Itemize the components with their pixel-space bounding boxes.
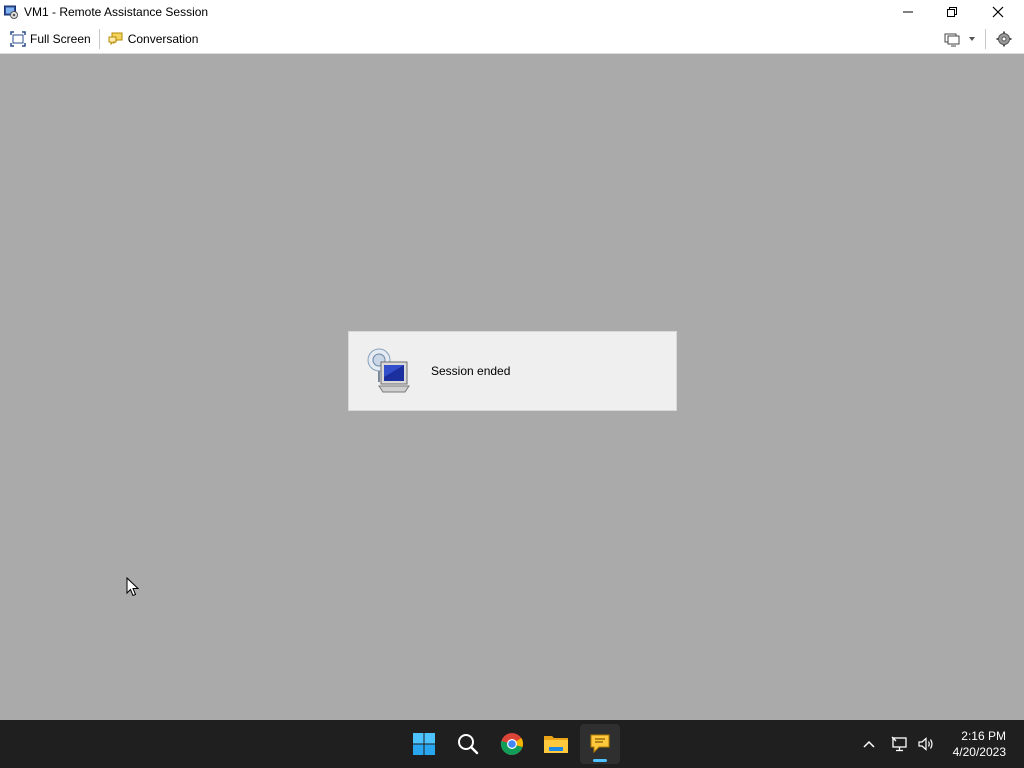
display-icon [944,33,960,47]
volume-button[interactable] [914,720,938,768]
conversation-button[interactable]: Conversation [104,27,203,51]
search-icon [458,734,479,755]
file-explorer-button[interactable] [536,724,576,764]
display-options-button[interactable] [939,31,981,47]
search-button[interactable] [448,724,488,764]
chrome-icon [500,733,524,755]
restore-button[interactable] [930,0,974,24]
network-icon [891,736,907,752]
mouse-pointer-icon [126,576,140,602]
window-title: VM1 - Remote Assistance Session [24,5,209,19]
minimize-icon [903,11,913,13]
full-screen-label: Full Screen [30,31,91,46]
minimize-button[interactable] [886,0,930,24]
session-status-message: Session ended [431,364,511,378]
session-ended-dialog: Session ended [348,331,677,411]
volume-icon [918,737,933,751]
full-screen-button[interactable]: Full Screen [6,27,95,51]
remote-assistance-computer-icon [365,346,413,396]
toolbar-right [939,24,1024,54]
conversation-label: Conversation [127,31,199,46]
close-icon [992,6,1004,18]
title-bar: VM1 - Remote Assistance Session [0,0,1024,24]
full-screen-icon [10,30,26,47]
close-button[interactable] [976,0,1020,24]
start-icon [413,733,435,755]
toolbar-divider-right [985,29,986,49]
system-clock[interactable]: 2:16 PM 4/20/2023 [953,728,1006,760]
remote-assistance-icon [4,5,18,19]
chevron-down-icon [969,37,975,41]
clock-time: 2:16 PM [961,729,1006,743]
settings-button[interactable] [990,31,1024,47]
toolbar: Full Screen Conversation [0,24,1024,54]
restore-icon [947,7,957,17]
remote-assistance-icon [590,734,610,754]
chevron-up-icon [863,740,875,748]
toolbar-divider [98,28,100,49]
file-explorer-icon [544,736,568,753]
active-app-indicator [593,759,607,762]
chrome-button[interactable] [492,724,532,764]
settings-icon [996,31,1012,47]
taskbar: 2:16 PM 4/20/2023 [0,720,1024,768]
clock-date: 4/20/2023 [952,745,1006,759]
network-button[interactable] [888,720,912,768]
start-button[interactable] [404,724,444,764]
remote-screen-area[interactable]: Session ended [0,54,1024,720]
conversation-icon [108,32,123,45]
remote-assistance-taskbar-button[interactable] [580,724,620,764]
show-hidden-icons-button[interactable] [856,720,882,768]
